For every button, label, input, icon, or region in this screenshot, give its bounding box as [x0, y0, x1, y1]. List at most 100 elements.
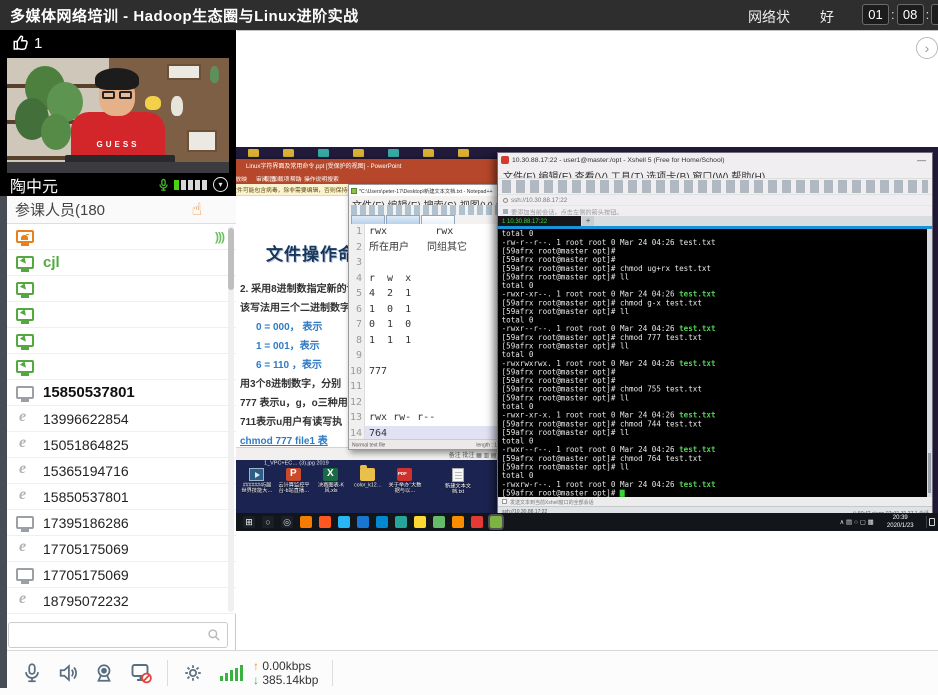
participant-row[interactable]: 15850537801 ))) [7, 380, 236, 406]
taskbar-app-icon[interactable] [471, 516, 483, 528]
notepad-tab-active[interactable] [421, 215, 455, 224]
participant-row[interactable]: ))) [7, 328, 236, 354]
notepad-tab[interactable] [386, 215, 420, 224]
notepad-editor[interactable]: 1 rwx rwx 2 所在用户 同组其它 3 4 [349, 224, 502, 441]
terminal-line: [59afrx root@master opt]# chmod 755 test… [502, 385, 932, 394]
participants-header: 参课人员(180 ☝ [7, 196, 236, 224]
speaker-button[interactable] [57, 662, 79, 684]
scrollbar-thumb[interactable] [228, 228, 234, 290]
notepad-document-tabs [349, 215, 502, 224]
mic-icon [21, 662, 43, 684]
taskbar-app-icon[interactable] [357, 516, 369, 528]
desktop-icon[interactable]: 云计算监控平台-b站直播… [275, 468, 312, 504]
upload-arrow-icon: ↑ [253, 659, 259, 673]
ppt-title-bar: ▤ ⟲ ⟳ ▦ Linux字符界面及常用命令.ppt [受保护的视图] - Po… [236, 159, 500, 172]
editor-line: 3 [349, 255, 502, 271]
video-options-dropdown[interactable]: ▾ [213, 177, 228, 192]
taskbar-app-icon[interactable]: ◎ [281, 516, 293, 528]
likes-indicator[interactable]: 1 [12, 34, 42, 52]
mic-active-icon[interactable] [157, 177, 170, 193]
xshell-session-tab[interactable]: 1 10.30.88.17:22 [498, 216, 581, 226]
participant-row[interactable]: cjl ))) [7, 250, 236, 276]
participant-row[interactable]: 17395186286 ))) [7, 510, 236, 536]
taskbar-app-icon[interactable] [490, 516, 502, 528]
participant-row[interactable]: 18795072232 ))) [7, 588, 236, 614]
collapsed-panel-strip[interactable] [0, 196, 7, 688]
collapse-sidebar-button[interactable]: › [916, 37, 938, 59]
taskbar-app-icon[interactable] [395, 516, 407, 528]
notepad-window[interactable]: *C:\Users\peter-17\Desktop\新建文本文档.txt - … [348, 184, 503, 450]
taskbar-app-icon[interactable] [414, 516, 426, 528]
terminal-cursor [620, 490, 625, 497]
mic-button[interactable] [21, 662, 43, 684]
desktop-icon[interactable]: 新建文本文档.txt [439, 468, 476, 504]
terminal-scrollbar[interactable] [927, 229, 932, 497]
line-number: 1 [349, 224, 365, 240]
upload-rate: 0.00kbps [262, 659, 311, 673]
title-bar: 多媒体网络培训 - Hadoop生态圈与Linux进阶实战 网络状 好 01 :… [0, 0, 938, 30]
slide-text-block: 2. 采用8进制数指定新的访该写法用三个二进制数字0 = 000， 表示1 = … [240, 280, 357, 447]
terminal-line: [59afrx root@master opt]# ll [502, 342, 932, 351]
search-input[interactable] [9, 624, 207, 646]
taskbar-app-icon[interactable] [300, 516, 312, 528]
notification-center-icon[interactable] [926, 516, 935, 528]
desktop-icon[interactable]: color_k12… [349, 468, 386, 504]
taskbar-app-icon[interactable]: ○ [262, 516, 274, 528]
taskbar-app-icon[interactable] [319, 516, 331, 528]
webcam-button[interactable] [93, 662, 115, 684]
taskbar-app-icon[interactable] [338, 516, 350, 528]
desktop-icon[interactable]: ######45届世界技能大… [238, 468, 275, 504]
tray-icons[interactable]: ∧ ▤ ○ ▢ ▦ [839, 518, 873, 525]
participant-row[interactable]: 15051864825 ))) [7, 432, 236, 458]
presenter-video[interactable]: 1 GUESS [0, 30, 236, 196]
ppt-ribbon-tab[interactable]: 加载项 [272, 174, 289, 183]
minimize-button[interactable]: — [917, 155, 926, 165]
desktop-icon[interactable]: 关于举办“大数据与以… [386, 468, 423, 504]
editor-line: 13 rwx rw- r-- [349, 410, 502, 426]
taskbar-app-icon[interactable]: ⊞ [243, 516, 255, 528]
terminal-line: total 0 [502, 230, 932, 239]
volume-level-bars [174, 180, 207, 190]
participant-device-icon [16, 386, 34, 399]
desktop-folder-icon [458, 149, 469, 157]
taskbar-app-icon[interactable] [433, 516, 445, 528]
participant-row[interactable]: 17705175069 ))) [7, 536, 236, 562]
raise-hand-icon[interactable]: ☝ [192, 200, 202, 220]
taskbar-app-icon[interactable] [376, 516, 388, 528]
participant-row[interactable]: 17705175069 ))) [7, 562, 236, 588]
line-text [365, 348, 502, 364]
participant-row[interactable]: 15365194716 ))) [7, 458, 236, 484]
terminal[interactable]: total 0 -rw-r--r--. 1 root root 0 Mar 24… [498, 229, 932, 497]
new-tab-button[interactable]: + [582, 216, 594, 226]
participant-row[interactable]: ))) [7, 276, 236, 302]
screen-record-disabled-button[interactable] [129, 661, 153, 685]
desk [7, 162, 229, 173]
ppt-window-title: Linux字符界面及常用命令.ppt [受保护的视图] - PowerPoint [246, 161, 401, 170]
send-all-checkbox[interactable] [502, 499, 507, 504]
desktop-icon[interactable]: 决赛图表-K风.xls [312, 468, 349, 504]
ppt-ribbon-tab[interactable]: ♀ 操作说明搜索 [298, 174, 339, 183]
participant-row[interactable]: ))) [7, 224, 236, 250]
settings-button[interactable] [182, 662, 204, 684]
participant-row[interactable]: 15850537801 ))) [7, 484, 236, 510]
session-title: 多媒体网络培训 - Hadoop生态圈与Linux进阶实战 [10, 5, 359, 26]
desktop-icon-label: color_k12… [351, 483, 384, 488]
participant-scrollbar[interactable] [228, 226, 234, 612]
participant-device-icon [16, 412, 34, 425]
line-number: 8 [349, 333, 365, 349]
terminal-line: [59afrx root@master opt]# chmod 744 test… [502, 420, 932, 429]
xshell-menu-items[interactable]: 文件(F) 编辑(E) 查看(V) 工具(T) 选项卡(B) 窗口(W) 帮助(… [503, 172, 765, 179]
participant-row[interactable]: ))) [7, 354, 236, 380]
session-hint-text: 要添加当前会话，点击左侧的箭头按钮。 [511, 206, 623, 215]
xshell-window[interactable]: 10.30.88.17:22 - user1@master:/opt - Xsh… [497, 152, 933, 513]
ppt-ribbon-tab[interactable]: 幻灯片放映 [236, 174, 247, 183]
participant-row[interactable]: 13996622854 ))) [7, 406, 236, 432]
taskbar-app-icon[interactable] [452, 516, 464, 528]
terminal-scrollbar-thumb[interactable] [928, 453, 931, 493]
editor-line: 6 1 0 1 [349, 302, 502, 318]
notepad-menu-bar: 文件(F) 编辑(E) 搜索(S) 视图(V) 编码(N) 语言(L) 设置(T… [349, 196, 502, 205]
participant-name: 17705175069 [43, 567, 129, 583]
participant-row[interactable]: ))) [7, 302, 236, 328]
notepad-tab[interactable] [351, 215, 385, 224]
participant-device-icon [16, 490, 34, 503]
